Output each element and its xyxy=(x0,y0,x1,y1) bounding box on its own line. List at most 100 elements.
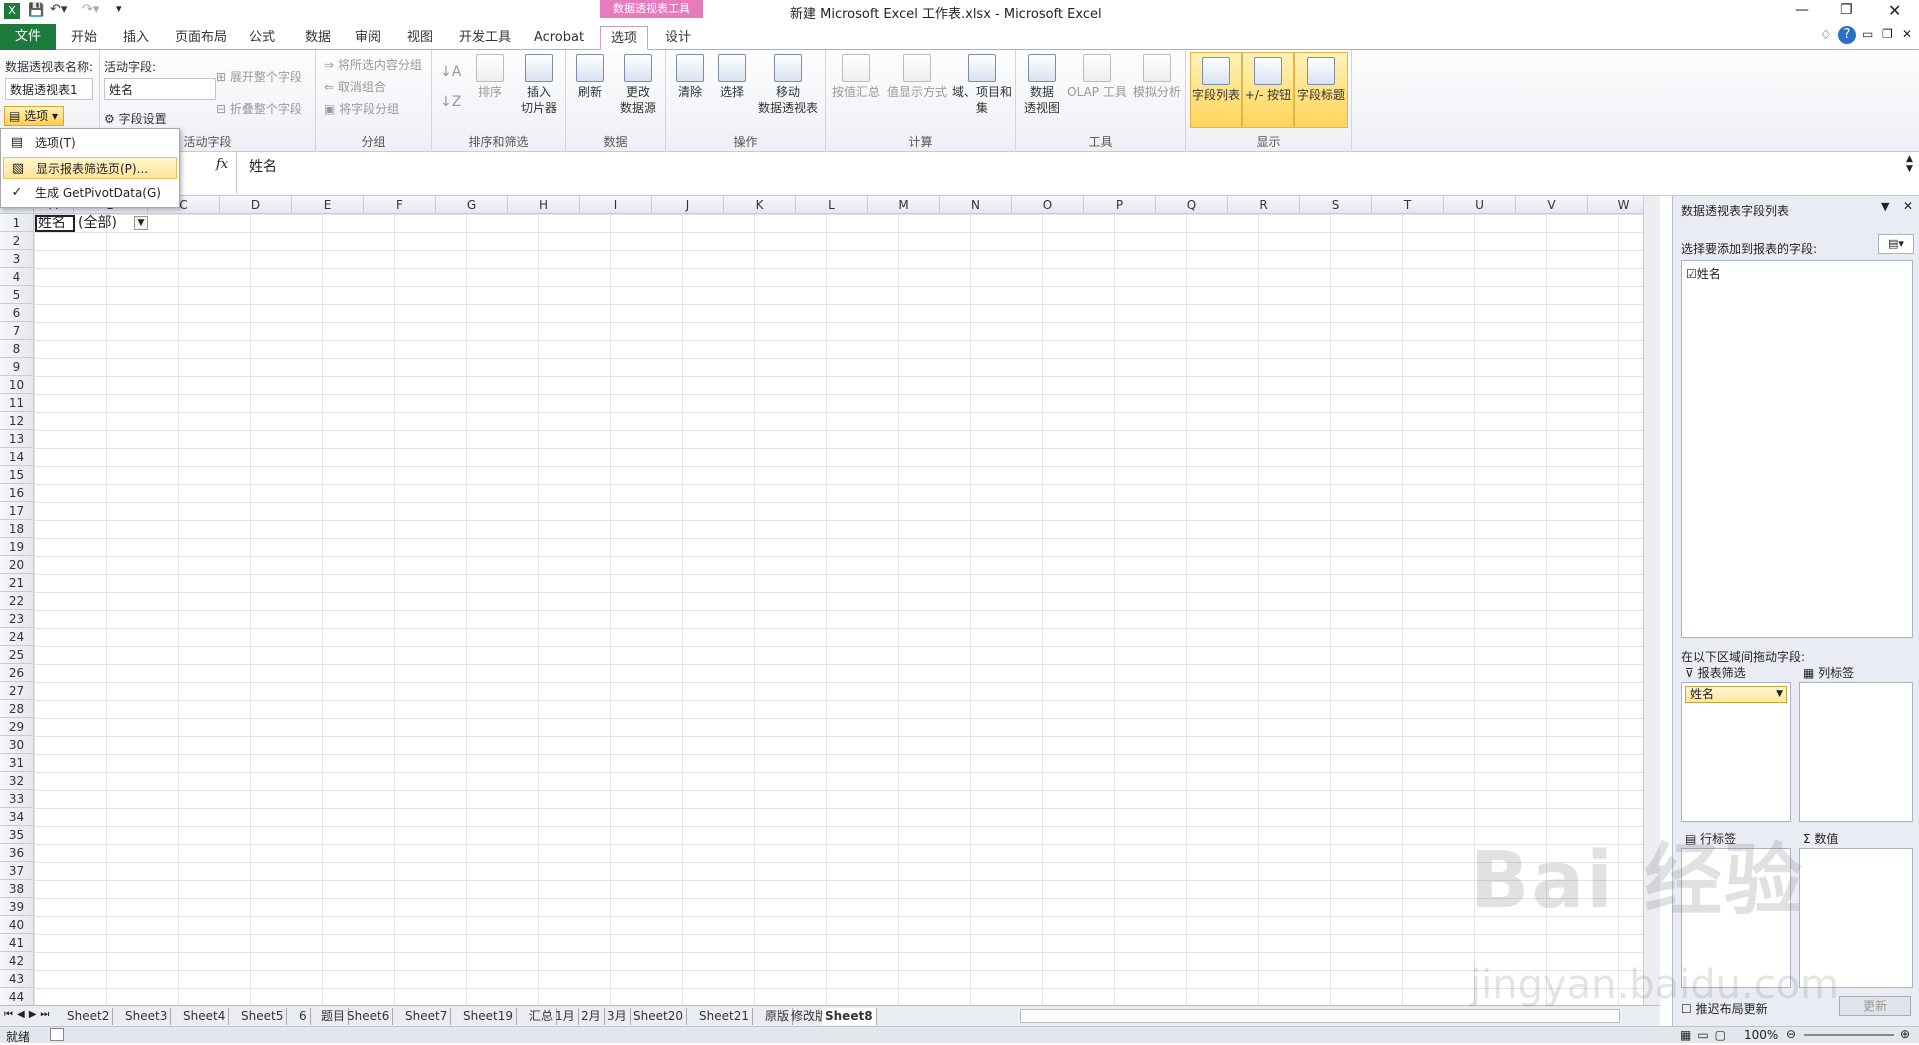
formula-expand-icon[interactable]: ▲ ▼ xyxy=(1906,154,1913,174)
sheet-tab[interactable]: Sheet3 xyxy=(122,1008,172,1025)
column-header-f[interactable]: F xyxy=(364,196,436,214)
row-header[interactable]: 37 xyxy=(0,862,34,880)
row-header[interactable]: 23 xyxy=(0,610,34,628)
row-header[interactable]: 14 xyxy=(0,448,34,466)
active-field-input[interactable]: 姓名 xyxy=(104,78,216,100)
row-header[interactable]: 44 xyxy=(0,988,34,1006)
change-source-button[interactable]: 更改 数据源 xyxy=(614,54,662,116)
field-headers-button[interactable]: 字段标题 xyxy=(1294,52,1348,128)
tab-insert[interactable]: 插入 xyxy=(114,26,158,50)
chip-dropdown-icon[interactable]: ▼ xyxy=(1776,687,1786,702)
sheet-tab[interactable]: Sheet21 xyxy=(696,1008,753,1025)
row-header[interactable]: 26 xyxy=(0,664,34,682)
tab-developer[interactable]: 开发工具 xyxy=(452,26,518,50)
field-item-name[interactable]: ☑姓名 xyxy=(1686,265,1721,282)
sheet-tab[interactable]: 1月 xyxy=(552,1008,579,1025)
olap-tools-button[interactable]: OLAP 工具 xyxy=(1066,54,1128,100)
zoom-slider[interactable] xyxy=(1804,1034,1894,1036)
row-header[interactable]: 30 xyxy=(0,736,34,754)
macro-record-icon[interactable] xyxy=(50,1028,64,1041)
sheet-tab[interactable]: 3月 xyxy=(604,1008,631,1025)
row-header[interactable]: 31 xyxy=(0,754,34,772)
row-header[interactable]: 7 xyxy=(0,322,34,340)
help-icon[interactable]: ? xyxy=(1838,26,1856,44)
zoom-level[interactable]: 100% xyxy=(1744,1028,1778,1042)
column-labels-area[interactable] xyxy=(1799,682,1913,822)
row-header[interactable]: 22 xyxy=(0,592,34,610)
panel-menu-icon[interactable]: ▼ xyxy=(1881,200,1889,213)
row-header[interactable]: 1 xyxy=(0,214,34,232)
sheet-nav-arrows[interactable]: ⏮◀▶⏭ xyxy=(4,1009,53,1020)
row-header[interactable]: 29 xyxy=(0,718,34,736)
column-header-l[interactable]: L xyxy=(796,196,868,214)
sheet-tab[interactable]: Sheet20 xyxy=(630,1008,687,1025)
column-header-i[interactable]: I xyxy=(580,196,652,214)
sheet-tab[interactable]: Sheet19 xyxy=(460,1008,517,1025)
row-header[interactable]: 6 xyxy=(0,304,34,322)
row-header[interactable]: 2 xyxy=(0,232,34,250)
row-header[interactable]: 19 xyxy=(0,538,34,556)
zoom-in-icon[interactable]: ⊕ xyxy=(1900,1027,1910,1041)
row-header[interactable]: 8 xyxy=(0,340,34,358)
row-header[interactable]: 13 xyxy=(0,430,34,448)
row-header[interactable]: 39 xyxy=(0,898,34,916)
column-header-k[interactable]: K xyxy=(724,196,796,214)
row-header[interactable]: 21 xyxy=(0,574,34,592)
row-header[interactable]: 36 xyxy=(0,844,34,862)
column-header-m[interactable]: M xyxy=(868,196,940,214)
doc-restore-button[interactable]: ❐ xyxy=(1882,27,1893,41)
sheet-tab[interactable]: Sheet6 xyxy=(344,1008,394,1025)
insert-slicer-button[interactable]: 插入 切片器 xyxy=(516,54,562,116)
doc-minimize-button[interactable]: ▭ xyxy=(1862,27,1873,41)
select-button[interactable]: 选择 xyxy=(712,54,752,100)
quick-access-customize-icon[interactable]: ▾ xyxy=(116,2,122,15)
tab-design[interactable]: 设计 xyxy=(654,26,702,50)
row-header[interactable]: 24 xyxy=(0,628,34,646)
save-icon[interactable]: 💾 xyxy=(28,3,44,18)
ungroup-button[interactable]: ⇐ 取消组合 xyxy=(324,78,386,95)
tab-review[interactable]: 审阅 xyxy=(346,26,390,50)
close-button[interactable]: ✕ xyxy=(1888,1,1901,20)
update-button[interactable]: 更新 xyxy=(1839,996,1911,1016)
column-header-h[interactable]: H xyxy=(508,196,580,214)
row-header[interactable]: 28 xyxy=(0,700,34,718)
what-if-button[interactable]: 模拟分析 xyxy=(1130,54,1184,100)
sheet-tab[interactable]: Sheet4 xyxy=(180,1008,230,1025)
plus-minus-buttons-button[interactable]: +/- 按钮 xyxy=(1242,52,1294,128)
menu-item-options[interactable]: ▤ 选项(T) xyxy=(3,132,177,154)
row-header[interactable]: 12 xyxy=(0,412,34,430)
column-header-d[interactable]: D xyxy=(220,196,292,214)
horizontal-scrollbar[interactable] xyxy=(1020,1009,1620,1023)
row-header[interactable]: 4 xyxy=(0,268,34,286)
row-header[interactable]: 34 xyxy=(0,808,34,826)
column-header-p[interactable]: P xyxy=(1084,196,1156,214)
group-field-button[interactable]: ▣ 将字段分组 xyxy=(324,100,399,117)
sheet-tab[interactable]: 6 xyxy=(296,1008,311,1025)
column-header-j[interactable]: J xyxy=(652,196,724,214)
pivot-name-field[interactable]: 数据透视表1 xyxy=(5,78,93,100)
tab-page-layout[interactable]: 页面布局 xyxy=(168,26,234,50)
tab-data[interactable]: 数据 xyxy=(296,26,340,50)
report-filter-area[interactable]: 姓名 ▼ xyxy=(1681,682,1791,822)
column-header-u[interactable]: U xyxy=(1444,196,1516,214)
show-values-as-button[interactable]: 值显示方式 xyxy=(886,54,948,100)
row-header[interactable]: 33 xyxy=(0,790,34,808)
collapse-ribbon-icon[interactable]: ♢ xyxy=(1820,28,1832,43)
tab-formulas[interactable]: 公式 xyxy=(240,26,284,50)
refresh-button[interactable]: 刷新 xyxy=(570,54,610,100)
collapse-field-button[interactable]: ⊟ 折叠整个字段 xyxy=(216,100,302,117)
expand-field-button[interactable]: ⊞ 展开整个字段 xyxy=(216,68,302,85)
row-header[interactable]: 38 xyxy=(0,880,34,898)
sheet-tab[interactable]: Sheet7 xyxy=(402,1008,452,1025)
cell-a1[interactable]: 姓名 xyxy=(35,215,75,232)
sheet-tab[interactable]: 2月 xyxy=(578,1008,605,1025)
row-header[interactable]: 35 xyxy=(0,826,34,844)
tab-file[interactable]: 文件 xyxy=(0,24,56,50)
tab-view[interactable]: 视图 xyxy=(398,26,442,50)
column-header-o[interactable]: O xyxy=(1012,196,1084,214)
row-header[interactable]: 18 xyxy=(0,520,34,538)
row-header[interactable]: 41 xyxy=(0,934,34,952)
row-header[interactable]: 9 xyxy=(0,358,34,376)
row-header[interactable]: 5 xyxy=(0,286,34,304)
column-header-t[interactable]: T xyxy=(1372,196,1444,214)
